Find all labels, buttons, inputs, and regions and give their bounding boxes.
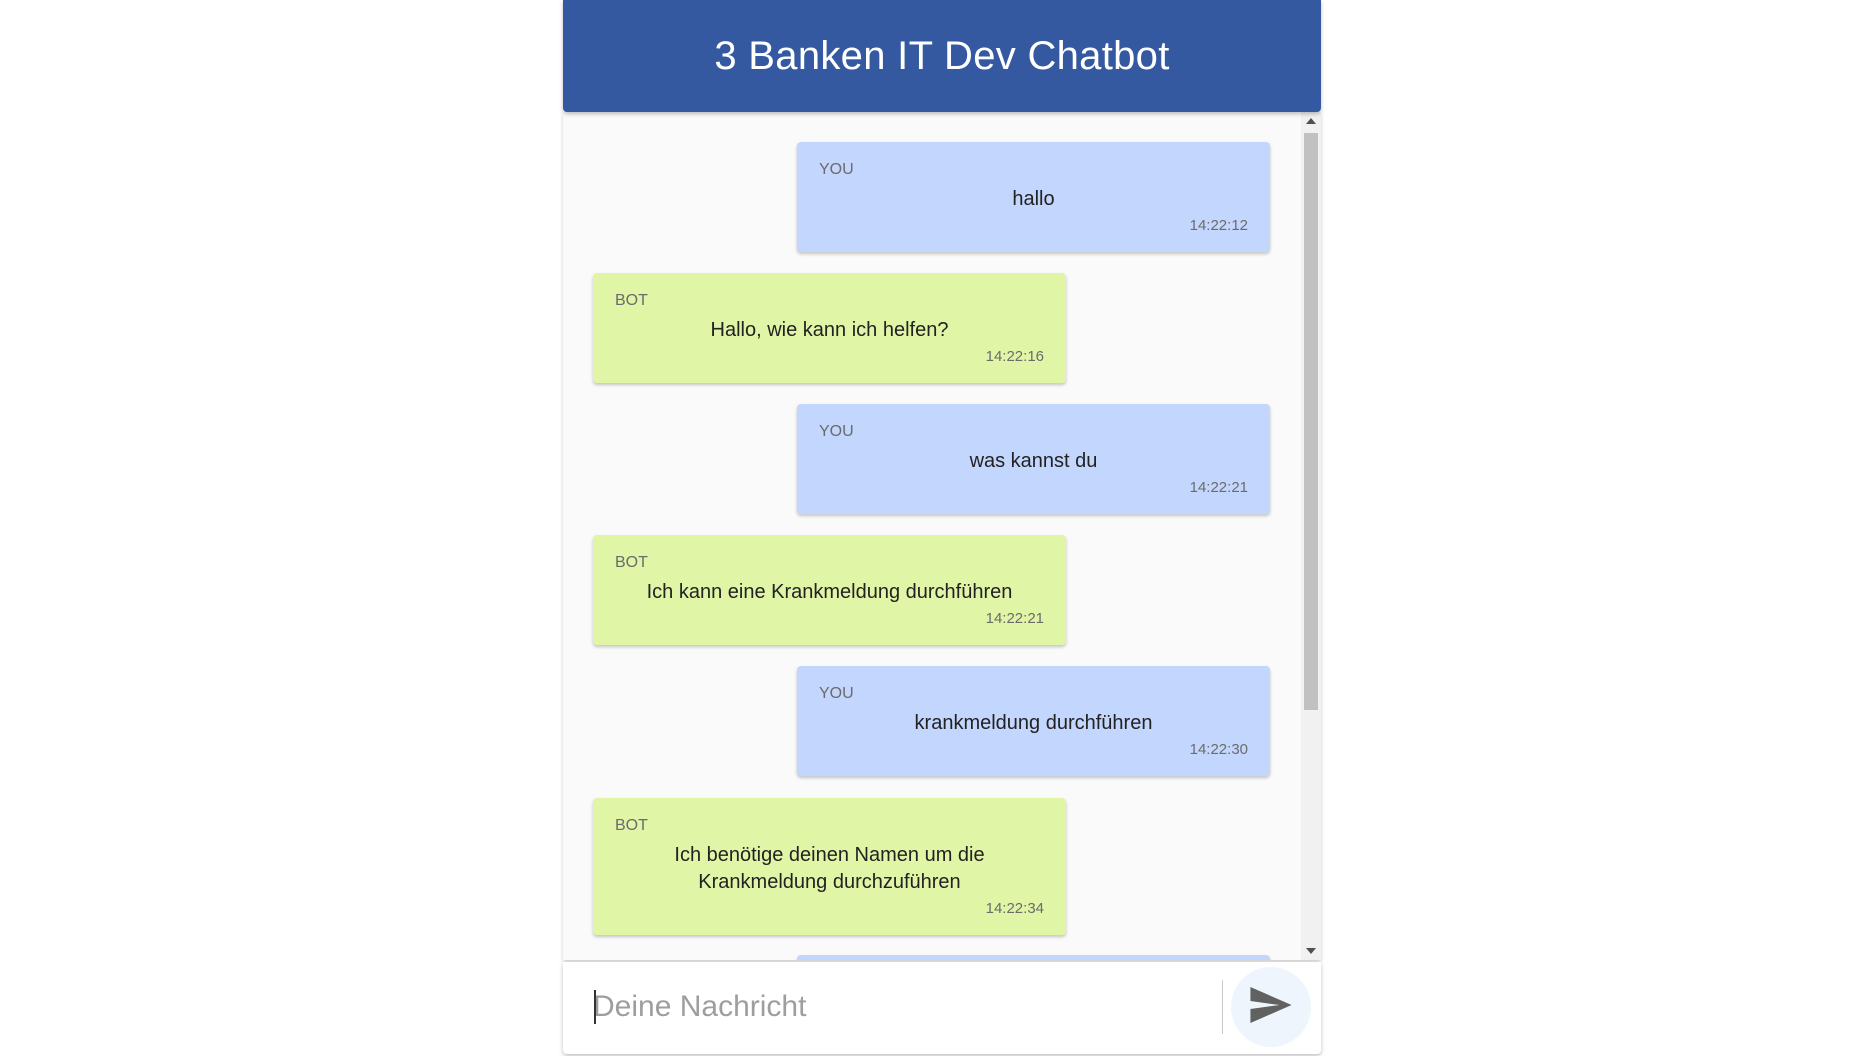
- message-timestamp: 14:22:12: [1189, 217, 1248, 234]
- message-timestamp: 14:22:34: [985, 900, 1044, 917]
- chat-title: 3 Banken IT Dev Chatbot: [714, 33, 1170, 78]
- bot-message: BOT Hallo, wie kann ich helfen? 14:22:16: [593, 273, 1066, 383]
- message-sender: BOT: [615, 817, 648, 834]
- chat-header: 3 Banken IT Dev Chatbot: [563, 0, 1321, 112]
- message-sender: YOU: [819, 161, 854, 178]
- input-divider: [1222, 980, 1223, 1034]
- bot-message: BOT Ich benötige deinen Namen um die Kra…: [593, 798, 1066, 935]
- scroll-down-arrow-icon[interactable]: [1301, 942, 1321, 960]
- scrollbar-thumb[interactable]: [1304, 133, 1318, 710]
- message-sender: BOT: [615, 292, 648, 309]
- user-message: YOU hallo 14:22:12: [797, 142, 1270, 252]
- message-text: krankmeldung durchführen: [914, 712, 1153, 734]
- message-sender: YOU: [819, 423, 854, 440]
- chatbot-app: 3 Banken IT Dev Chatbot YOU hallo 14:22:…: [563, 0, 1321, 1056]
- message-list: YOU hallo 14:22:12 BOT Hallo, wie kann i…: [563, 112, 1301, 960]
- bot-message: BOT Ich kann eine Krankmeldung durchführ…: [593, 535, 1066, 645]
- user-message-partial: [797, 955, 1270, 960]
- message-timestamp: 14:22:30: [1189, 741, 1248, 758]
- message-text: Ich kann eine Krankmeldung durchführen: [646, 581, 1013, 603]
- message-text: was kannst du: [969, 450, 1098, 472]
- message-input-bar: [563, 962, 1321, 1054]
- scroll-up-arrow-icon[interactable]: [1301, 112, 1321, 130]
- message-text: Ich benötige deinen Namen um die Krankme…: [674, 844, 985, 893]
- message-timestamp: 14:22:21: [1189, 479, 1248, 496]
- chat-message-area[interactable]: YOU hallo 14:22:12 BOT Hallo, wie kann i…: [563, 112, 1321, 960]
- text-caret: [594, 990, 596, 1024]
- message-timestamp: 14:22:16: [985, 348, 1044, 365]
- user-message: YOU was kannst du 14:22:21: [797, 404, 1270, 514]
- message-input[interactable]: [593, 982, 1193, 1032]
- message-text: hallo: [1012, 188, 1055, 210]
- message-sender: YOU: [819, 685, 854, 702]
- chat-scrollbar[interactable]: [1301, 112, 1321, 960]
- send-icon: [1250, 986, 1292, 1028]
- send-button[interactable]: [1231, 967, 1311, 1047]
- message-timestamp: 14:22:21: [985, 610, 1044, 627]
- message-sender: BOT: [615, 554, 648, 571]
- user-message: YOU krankmeldung durchführen 14:22:30: [797, 666, 1270, 776]
- message-text: Hallo, wie kann ich helfen?: [710, 319, 949, 341]
